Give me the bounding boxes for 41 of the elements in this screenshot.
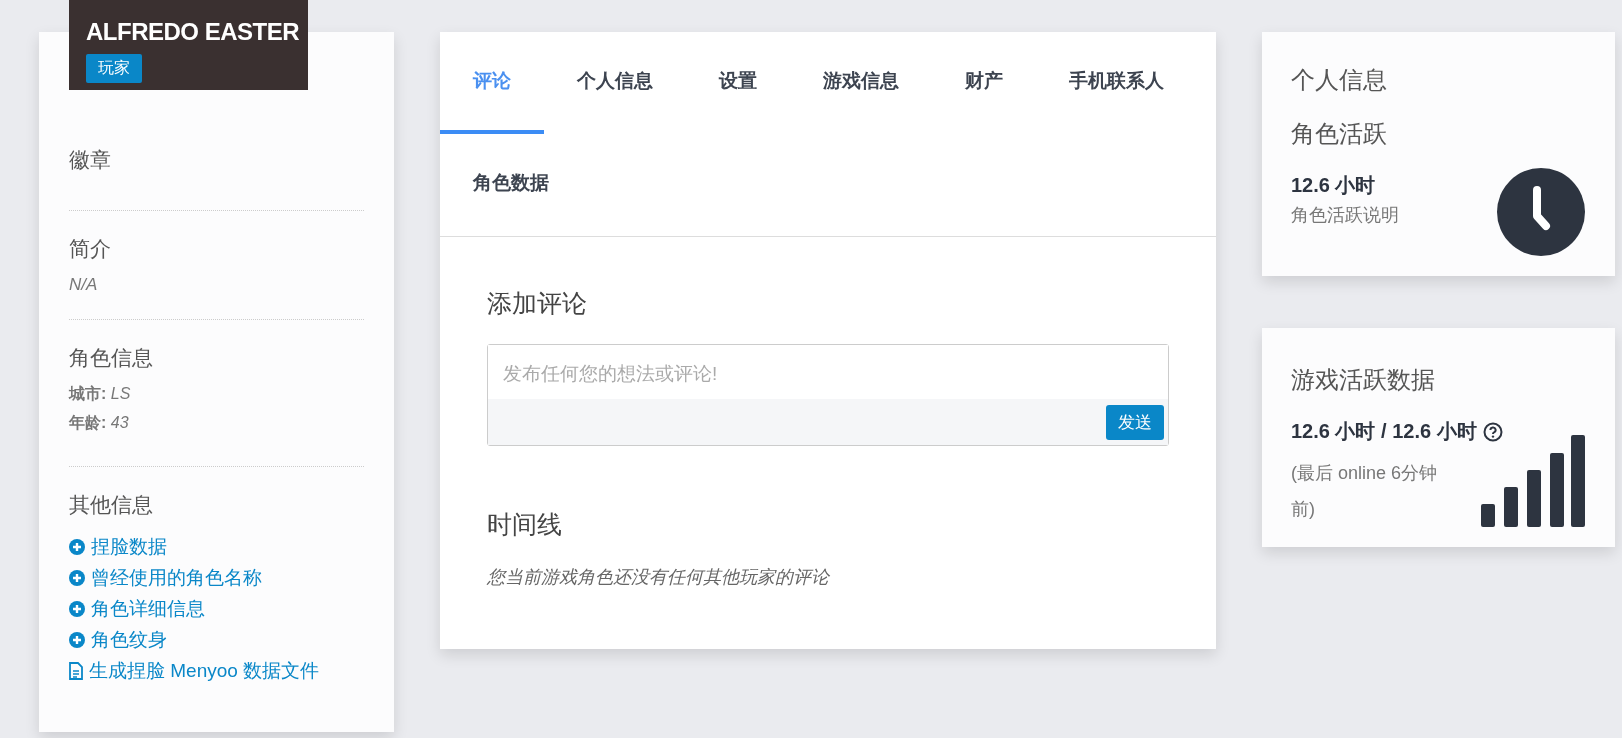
tab[interactable]: 游戏信息 [790,32,932,134]
plus-circle-icon [69,569,85,586]
comment-field[interactable]: 发布任何您的想法或评论! 发送 [487,344,1169,446]
info-link[interactable]: 生成捏脸 Menyoo 数据文件 [69,655,320,686]
tab[interactable]: 财产 [932,32,1036,134]
tab[interactable]: 设置 [686,32,790,134]
tab[interactable]: 手机联系人 [1036,32,1197,134]
info-field: 城市: LS [69,384,364,405]
section-title: 添加评论 [487,288,588,319]
section-title: 简介 [69,236,112,262]
section-title: 其他信息 [69,492,154,518]
section-title: 角色信息 [69,345,154,371]
stat-value: 12.6 小时 [1291,173,1377,198]
tab[interactable]: 个人信息 [544,32,686,134]
last-online-note: (最后 online 6分钟前) [1291,462,1439,521]
plus-circle-icon [69,538,85,555]
clock-icon [1497,168,1585,256]
info-link[interactable]: 角色纹身 [69,624,167,655]
send-button[interactable]: 发送 [1106,405,1164,440]
info-link[interactable]: 曾经使用的角色名称 [69,562,262,593]
plus-circle-icon [69,631,85,648]
signal-bars-icon [1481,435,1585,527]
stat-description: 角色活跃说明 [1291,204,1399,227]
info-field: 年龄: 43 [69,413,364,434]
info-link[interactable]: 角色详细信息 [69,593,205,624]
empty-message: 您当前游戏角色还没有任何其他玩家的评论 [487,566,831,589]
tab[interactable]: 评论 [440,32,544,134]
card-title: 游戏活跃数据 [1291,365,1436,395]
card-title: 个人信息 [1291,65,1388,95]
plus-circle-icon [69,600,85,617]
info-link[interactable]: 捏脸数据 [69,531,167,562]
section-title: 时间线 [487,509,563,540]
role-badge: 玩家 [86,54,142,83]
section-title: 徽章 [69,147,112,173]
section-text: N/A [69,275,99,295]
document-icon [69,661,83,680]
help-icon[interactable] [1482,421,1503,442]
card-subtitle: 角色活跃 [1291,119,1388,149]
tab[interactable]: 角色数据 [440,134,582,236]
stat-value: 12.6 小时 / 12.6 小时 [1291,419,1477,444]
player-name: ALFREDO EASTER [86,18,300,46]
